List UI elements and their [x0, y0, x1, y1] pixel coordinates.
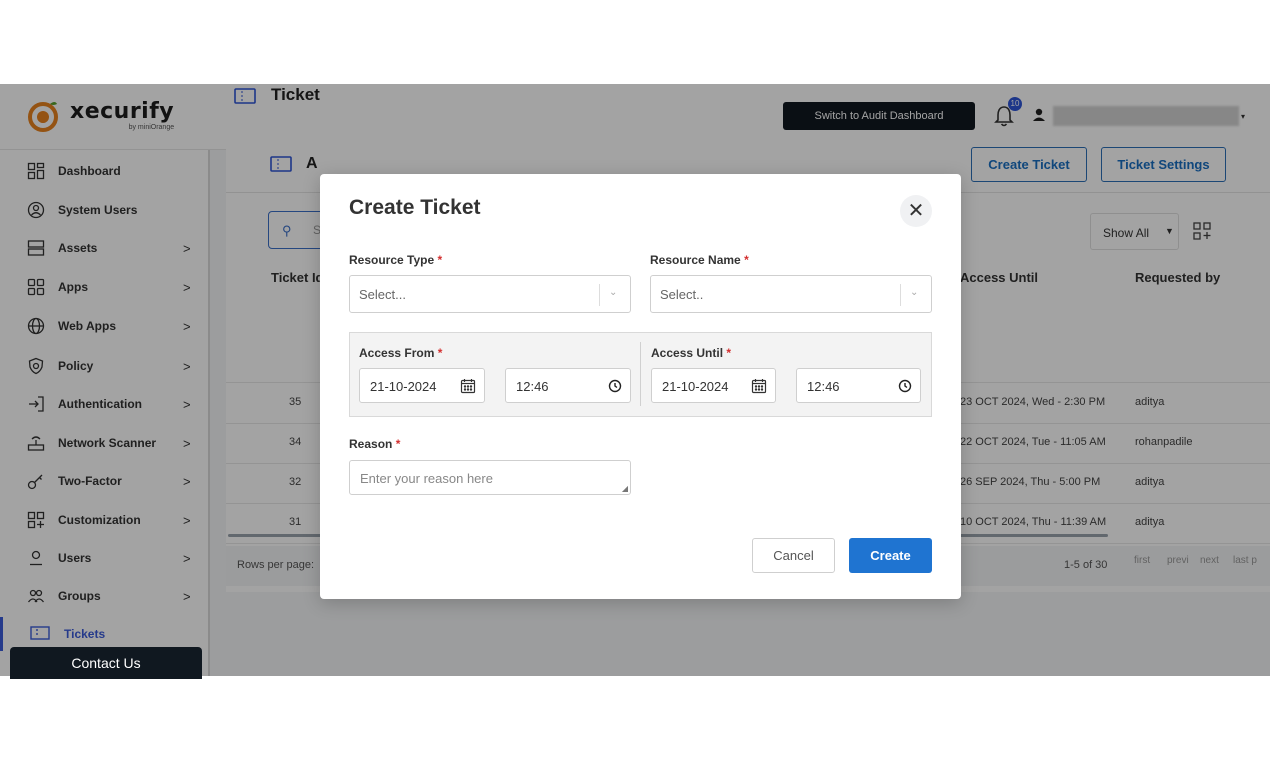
contact-us-button[interactable]: Contact Us	[10, 647, 202, 679]
create-ticket-modal: Create Ticket ✕ Resource Type * Select..…	[320, 174, 961, 599]
reason-textarea[interactable]: Enter your reason here ◢	[349, 460, 631, 495]
chevron-down-icon: ⌄	[910, 287, 919, 298]
create-button[interactable]: Create	[849, 538, 932, 573]
resource-name-value: Select..	[660, 287, 704, 302]
clock-icon[interactable]	[607, 378, 623, 394]
access-from-label: Access From *	[359, 346, 443, 360]
resize-handle-icon[interactable]: ◢	[622, 484, 628, 493]
calendar-icon[interactable]	[460, 378, 476, 394]
resource-name-label: Resource Name *	[650, 253, 749, 267]
access-until-time-input[interactable]: 12:46	[796, 368, 921, 403]
access-until-date-value: 21-10-2024	[662, 379, 729, 394]
resource-name-select[interactable]: Select.. ⌄	[650, 275, 932, 313]
resource-type-value: Select...	[359, 287, 406, 302]
chevron-down-icon: ⌄	[609, 287, 618, 298]
access-until-date-input[interactable]: 21-10-2024	[651, 368, 776, 403]
reason-placeholder: Enter your reason here	[360, 471, 493, 486]
divider	[640, 342, 641, 406]
access-from-date-input[interactable]: 21-10-2024	[359, 368, 485, 403]
resource-type-label: Resource Type *	[349, 253, 443, 267]
access-until-time-value: 12:46	[807, 379, 840, 394]
cancel-button[interactable]: Cancel	[752, 538, 835, 573]
resource-type-select[interactable]: Select... ⌄	[349, 275, 631, 313]
access-until-label: Access Until *	[651, 346, 732, 360]
calendar-icon[interactable]	[751, 378, 767, 394]
clock-icon[interactable]	[897, 378, 913, 394]
access-from-date-value: 21-10-2024	[370, 379, 437, 394]
access-from-time-input[interactable]: 12:46	[505, 368, 631, 403]
close-icon[interactable]: ✕	[900, 195, 932, 227]
reason-label: Reason *	[349, 437, 401, 451]
modal-title: Create Ticket	[349, 196, 481, 219]
access-from-time-value: 12:46	[516, 379, 549, 394]
